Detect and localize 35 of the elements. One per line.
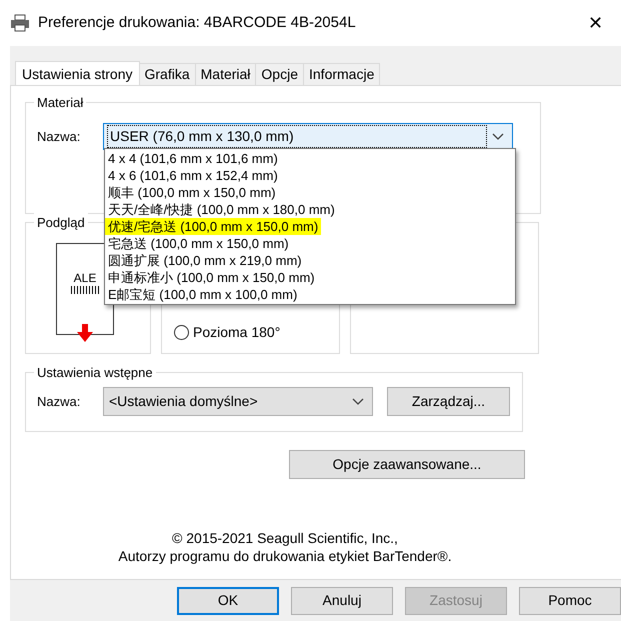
- radio-button[interactable]: [174, 325, 189, 340]
- tab[interactable]: Grafika: [140, 63, 196, 85]
- copyright-text: Autorzy programu do drukowania etykiet BarTender®.: [118, 547, 452, 565]
- preview-text: ALE: [74, 272, 96, 284]
- field-label: Nazwa:: [37, 392, 82, 411]
- printer-icon: [10, 14, 30, 32]
- dropdown-option[interactable]: 圆通扩展 (100,0 mm x 219,0 mm): [105, 252, 305, 269]
- window-title: Preferencje drukowania: 4BARCODE 4B-2054L: [38, 12, 356, 33]
- tab[interactable]: Opcje: [256, 63, 304, 85]
- field-label: Nazwa:: [37, 128, 82, 146]
- media-dropdown[interactable]: USER (76,0 mm x 130,0 mm): [103, 123, 513, 150]
- group-title: Podgląd: [34, 213, 88, 232]
- tab[interactable]: Ustawienia strony: [15, 61, 140, 86]
- dropdown-option[interactable]: 天天/全峰/快捷 (100,0 mm x 180,0 mm): [105, 201, 338, 218]
- dropdown-option[interactable]: 4 x 6 (101,6 mm x 152,4 mm): [105, 167, 281, 184]
- preset-dropdown[interactable]: <Ustawienia domyślne>: [103, 387, 373, 416]
- dropdown-option[interactable]: 宅急送 (100,0 mm x 150,0 mm): [105, 235, 292, 252]
- chevron-down-icon: [492, 132, 504, 140]
- dropdown-option[interactable]: 4 x 4 (101,6 mm x 101,6 mm): [105, 150, 281, 167]
- dropdown-option[interactable]: 顺丰 (100,0 mm x 150,0 mm): [105, 184, 279, 201]
- dialog-button[interactable]: OK: [177, 586, 279, 614]
- copyright-text: © 2015-2021 Seagull Scientific, Inc.,: [172, 529, 398, 547]
- tab[interactable]: Informacje: [304, 63, 380, 85]
- arrow-down-icon: [77, 324, 93, 342]
- manage-button[interactable]: Zarządzaj...: [387, 387, 510, 416]
- dropdown-option[interactable]: 申通标准小 (100,0 mm x 150,0 mm): [105, 269, 318, 286]
- dropdown-option[interactable]: 优速/宅急送 (100,0 mm x 150,0 mm): [105, 218, 322, 235]
- dialog-button[interactable]: Pomoc: [519, 586, 621, 614]
- advanced-options-button[interactable]: Opcje zaawansowane...: [289, 450, 525, 479]
- tab[interactable]: Materiał: [196, 63, 256, 85]
- close-button[interactable]: ✕: [588, 14, 603, 32]
- dialog-button[interactable]: Anuluj: [291, 586, 393, 614]
- radio-label: Pozioma 180°: [193, 323, 280, 342]
- dropdown-option[interactable]: E邮宝短 (100,0 mm x 100,0 mm): [105, 286, 300, 303]
- chevron-down-icon: [352, 398, 364, 406]
